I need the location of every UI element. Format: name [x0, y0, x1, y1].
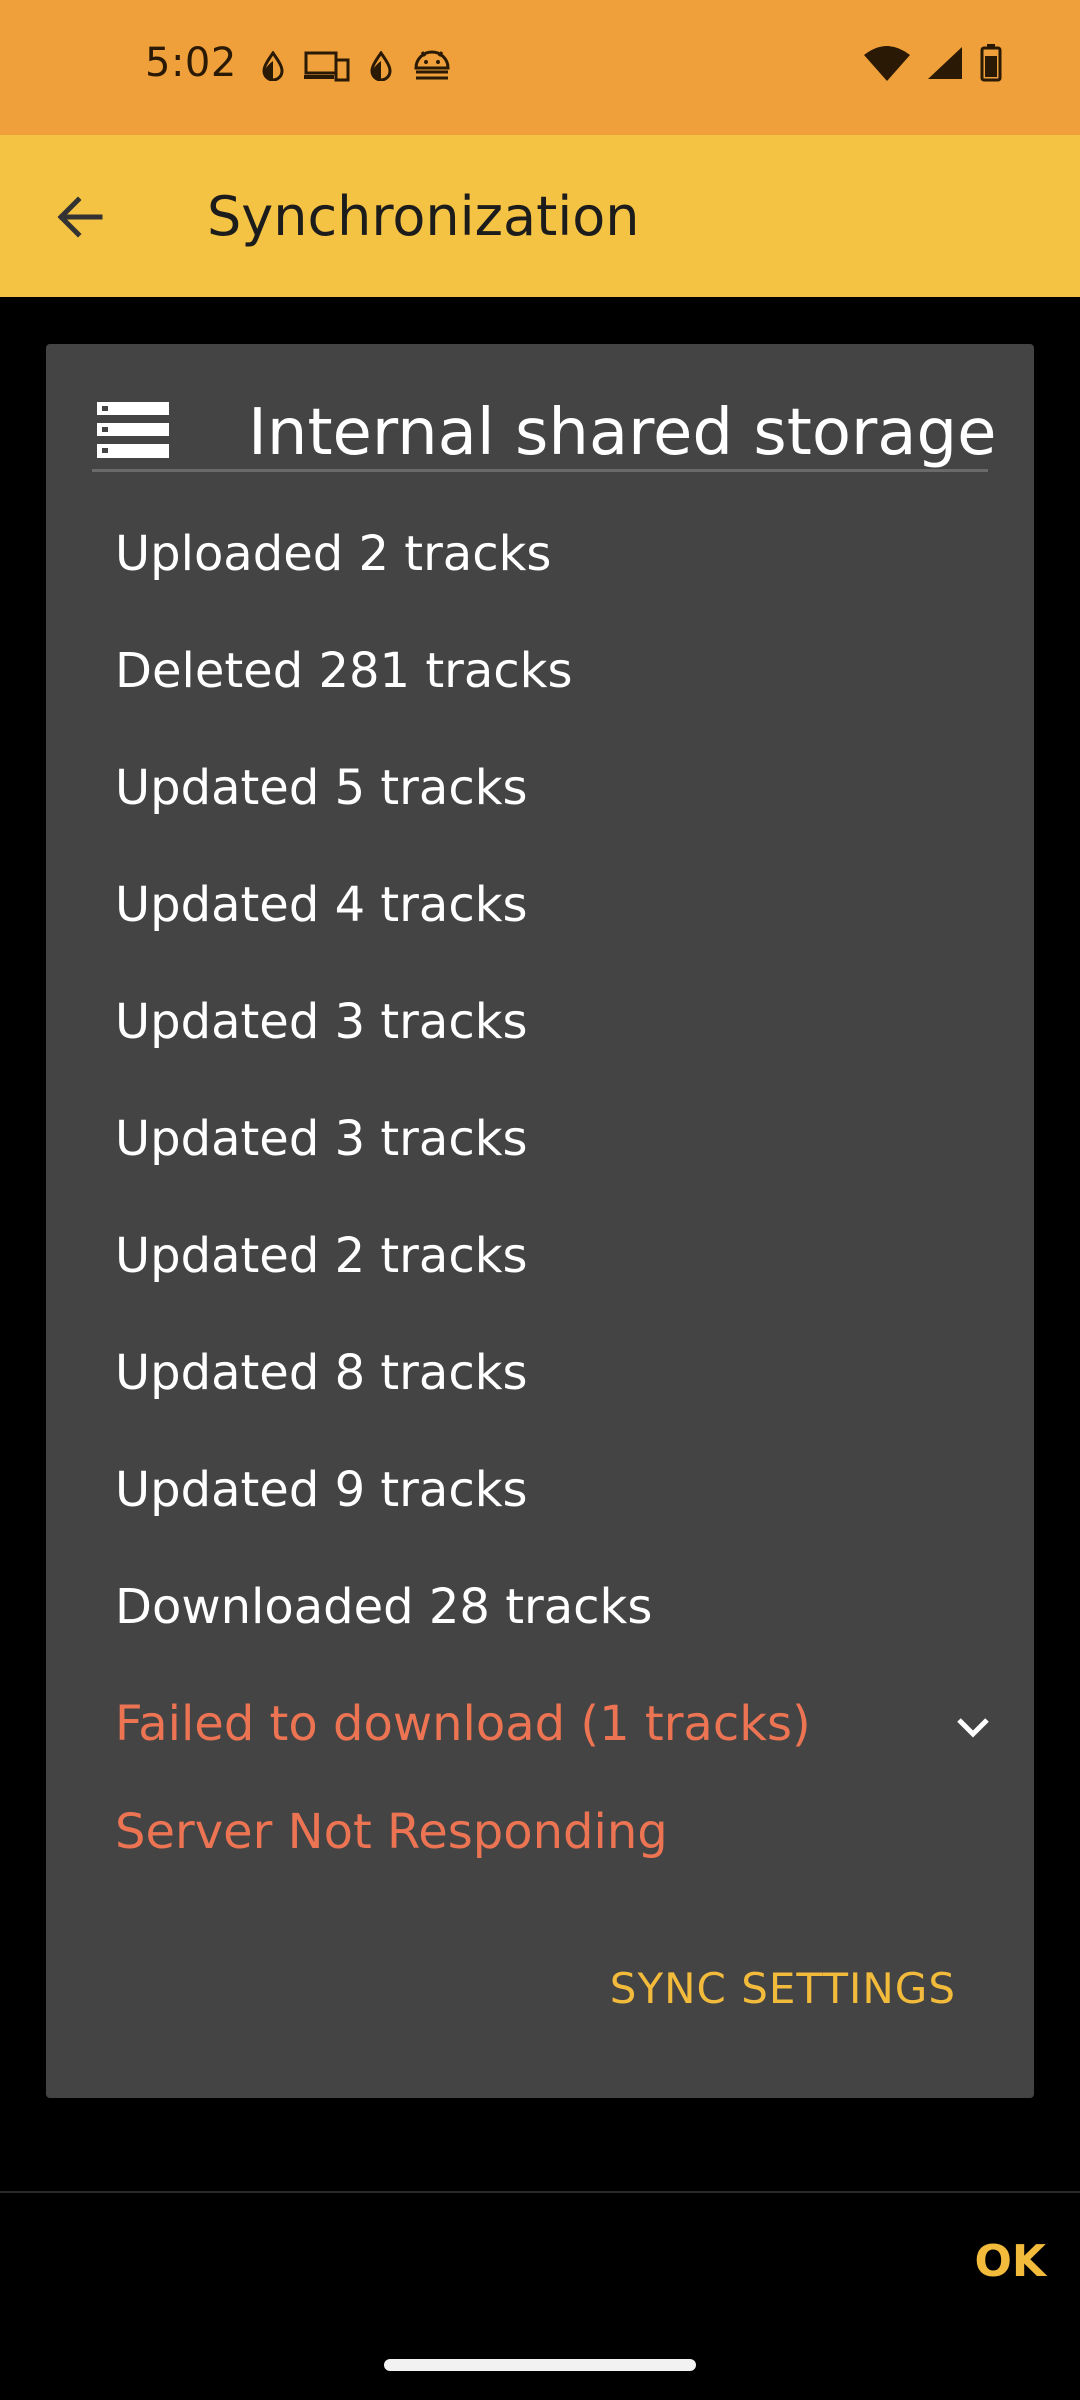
failed-download-label: Failed to download (1 tracks): [115, 1696, 811, 1752]
list-item: Uploaded 2 tracks: [115, 526, 552, 582]
battery-icon: [980, 44, 1002, 82]
list-item: Updated 2 tracks: [115, 1228, 528, 1284]
status-time: 5:02: [145, 40, 237, 86]
signal-icon: [928, 47, 962, 79]
chevron-down-icon[interactable]: [951, 1706, 995, 1750]
list-item: Updated 4 tracks: [115, 877, 528, 933]
list-item: Updated 8 tracks: [115, 1345, 528, 1401]
storage-title: Internal shared storage: [248, 396, 997, 470]
sync-settings-button[interactable]: SYNC SETTINGS: [610, 1964, 956, 2013]
list-item: Updated 9 tracks: [115, 1462, 528, 1518]
server-error-message: Server Not Responding: [115, 1804, 668, 1860]
list-item: Updated 5 tracks: [115, 760, 528, 816]
arrow-back-icon[interactable]: [50, 187, 110, 247]
devices-icon: [304, 51, 350, 82]
footer-divider: [0, 2191, 1080, 2193]
ok-button[interactable]: OK: [975, 2236, 1047, 2287]
failed-download-row[interactable]: Failed to download (1 tracks): [115, 1696, 995, 1766]
home-indicator[interactable]: [384, 2359, 696, 2371]
drop-icon: [262, 51, 284, 81]
storage-header: Internal shared storage: [92, 394, 997, 472]
sync-results-dialog: Internal shared storage Uploaded 2 track…: [46, 344, 1034, 2098]
status-icons-right: [864, 44, 1002, 82]
list-item: Downloaded 28 tracks: [115, 1579, 653, 1635]
list-item: Updated 3 tracks: [115, 994, 528, 1050]
list-item: Deleted 281 tracks: [115, 643, 573, 699]
android-icon: [414, 50, 450, 80]
wifi-icon: [864, 46, 910, 81]
status-icons-left: [262, 48, 452, 84]
app-bar: Synchronization: [0, 135, 1080, 297]
storage-icon: [97, 402, 169, 458]
drop-icon: [370, 51, 392, 81]
page-title: Synchronization: [207, 185, 640, 248]
list-item: Updated 3 tracks: [115, 1111, 528, 1167]
status-bar: 5:02: [0, 0, 1080, 135]
